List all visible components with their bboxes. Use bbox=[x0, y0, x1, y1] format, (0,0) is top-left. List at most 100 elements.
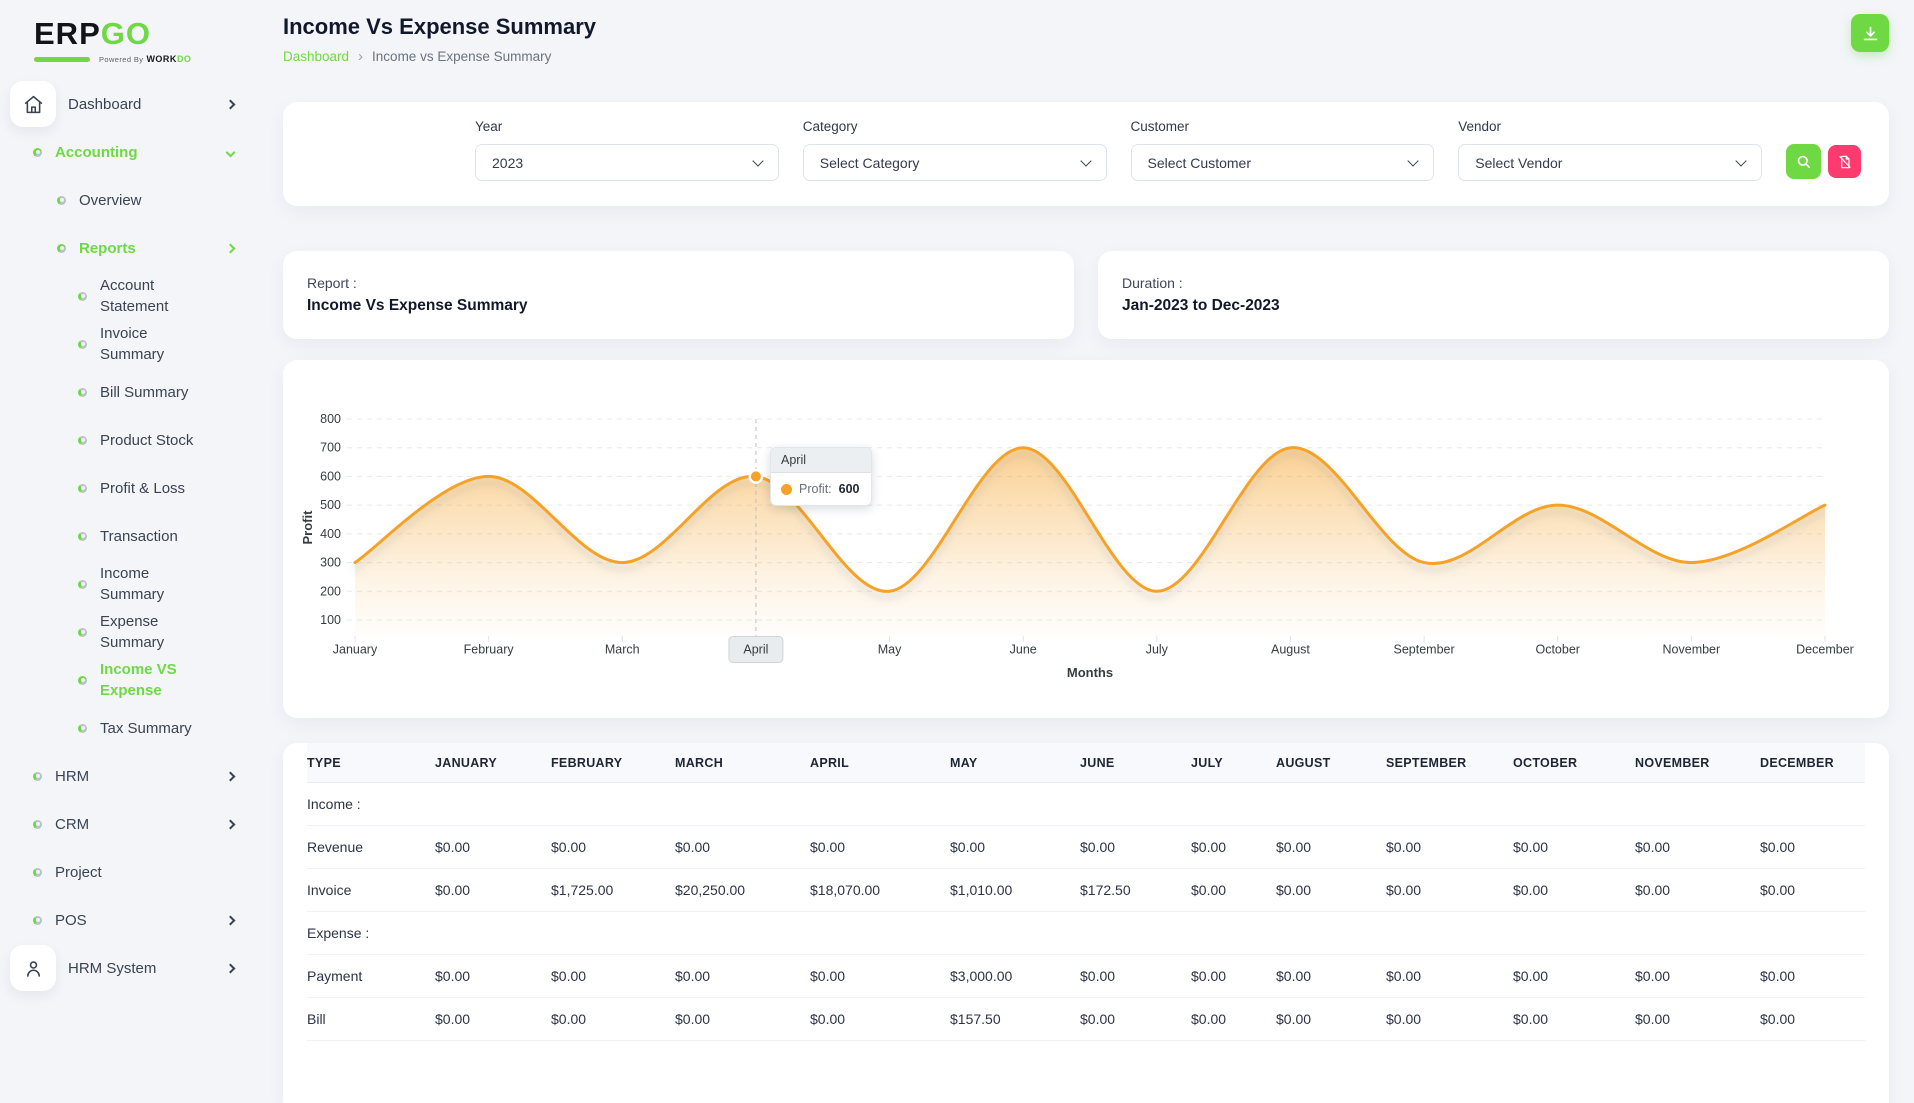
svg-text:June: June bbox=[1010, 643, 1037, 657]
sidebar-item-overview[interactable]: Overview bbox=[0, 176, 260, 224]
cell-value: $0.00 bbox=[802, 826, 942, 869]
sidebar-item-bill-summary[interactable]: Bill Summary bbox=[0, 368, 260, 416]
cell-value: $0.00 bbox=[1627, 826, 1752, 869]
sidebar-item-hrm[interactable]: HRM bbox=[0, 752, 260, 800]
chevron-down-icon bbox=[1080, 155, 1091, 166]
cell-value: $0.00 bbox=[1752, 955, 1865, 998]
svg-text:200: 200 bbox=[320, 584, 341, 598]
profit-area-chart[interactable]: 800700600500400300200100JanuaryFebruaryM… bbox=[283, 360, 1889, 718]
sidebar-item-label: Account Statement bbox=[100, 275, 208, 317]
customer-select[interactable]: Select Customer bbox=[1131, 144, 1435, 181]
bullet-icon bbox=[78, 676, 87, 685]
page-title: Income Vs Expense Summary bbox=[283, 14, 596, 40]
sidebar-item-hrm-system[interactable]: HRM System bbox=[0, 944, 260, 992]
sidebar-item-label: Overview bbox=[79, 190, 142, 211]
cell-value: $1,010.00 bbox=[942, 869, 1072, 912]
table-row-bill: Bill$0.00$0.00$0.00$0.00$157.50$0.00$0.0… bbox=[307, 998, 1865, 1041]
sidebar-item-label: Transaction bbox=[100, 526, 178, 547]
sidebar-item-crm[interactable]: CRM bbox=[0, 800, 260, 848]
cell-value: $0.00 bbox=[1752, 998, 1865, 1041]
bullet-icon bbox=[57, 196, 66, 205]
sidebar-item-invoice-summary[interactable]: Invoice Summary bbox=[0, 320, 260, 368]
year-select[interactable]: 2023 bbox=[475, 144, 779, 181]
duration-value: Jan-2023 to Dec-2023 bbox=[1122, 297, 1865, 315]
sidebar-item-transaction[interactable]: Transaction bbox=[0, 512, 260, 560]
category-select[interactable]: Select Category bbox=[803, 144, 1107, 181]
column-header-january: JANUARY bbox=[427, 743, 543, 783]
svg-text:March: March bbox=[605, 643, 640, 657]
filter-panel: Year 2023 Category Select Category Custo… bbox=[283, 102, 1889, 206]
bullet-icon bbox=[33, 148, 42, 157]
bullet-icon bbox=[78, 340, 87, 349]
report-label: Report : bbox=[307, 275, 1050, 291]
section-label: Income : bbox=[307, 783, 1865, 826]
bullet-icon bbox=[33, 868, 42, 877]
bullet-icon bbox=[78, 292, 87, 301]
cell-value: $0.00 bbox=[543, 826, 667, 869]
cell-value: $0.00 bbox=[1505, 998, 1627, 1041]
row-type: Bill bbox=[307, 998, 427, 1041]
sidebar-item-label: Dashboard bbox=[68, 94, 141, 115]
erpgo-logo[interactable]: ERPGO Powered By WORKDO bbox=[0, 12, 260, 64]
cell-value: $0.00 bbox=[427, 869, 543, 912]
cell-value: $0.00 bbox=[427, 826, 543, 869]
cell-value: $172.50 bbox=[1072, 869, 1183, 912]
cell-value: $0.00 bbox=[1505, 869, 1627, 912]
cell-value: $0.00 bbox=[1183, 826, 1268, 869]
section-label: Expense : bbox=[307, 912, 1865, 955]
bullet-icon bbox=[78, 388, 87, 397]
cell-value: $0.00 bbox=[1072, 955, 1183, 998]
powered-by-text: Powered By bbox=[99, 55, 143, 64]
sidebar-item-label: Profit & Loss bbox=[100, 478, 185, 499]
sidebar-item-expense-summary[interactable]: Expense Summary bbox=[0, 608, 260, 656]
cell-value: $0.00 bbox=[1378, 998, 1505, 1041]
table-row-invoice: Invoice$0.00$1,725.00$20,250.00$18,070.0… bbox=[307, 869, 1865, 912]
sidebar-item-tax-summary[interactable]: Tax Summary bbox=[0, 704, 260, 752]
bullet-icon bbox=[33, 820, 42, 829]
bullet-icon bbox=[78, 484, 87, 493]
sidebar-item-label: HRM System bbox=[68, 958, 156, 979]
sidebar-item-income-summary[interactable]: Income Summary bbox=[0, 560, 260, 608]
svg-text:August: August bbox=[1271, 643, 1310, 657]
category-label: Category bbox=[803, 119, 1107, 134]
chevron-right-icon bbox=[226, 819, 236, 829]
breadcrumb-separator-icon: › bbox=[358, 48, 363, 65]
sidebar-item-label: Tax Summary bbox=[100, 718, 192, 739]
breadcrumb-dashboard-link[interactable]: Dashboard bbox=[283, 49, 349, 64]
sidebar-item-label: Bill Summary bbox=[100, 382, 188, 403]
download-icon bbox=[1861, 24, 1880, 43]
vendor-select[interactable]: Select Vendor bbox=[1458, 144, 1762, 181]
svg-text:400: 400 bbox=[320, 527, 341, 541]
cell-value: $0.00 bbox=[1268, 955, 1378, 998]
download-button[interactable] bbox=[1851, 14, 1889, 52]
svg-text:600: 600 bbox=[320, 469, 341, 483]
svg-text:Months: Months bbox=[1067, 665, 1113, 680]
sidebar-nav: Dashboard Accounting Overview ReportsAccoun… bbox=[0, 80, 260, 992]
cell-value: $0.00 bbox=[1378, 826, 1505, 869]
sidebar-item-project[interactable]: Project bbox=[0, 848, 260, 896]
sidebar-item-dashboard[interactable]: Dashboard bbox=[0, 80, 260, 128]
sidebar-item-accounting[interactable]: Accounting bbox=[0, 128, 260, 176]
customer-label: Customer bbox=[1131, 119, 1435, 134]
sidebar-item-income-vs-expense[interactable]: Income VS Expense bbox=[0, 656, 260, 704]
sidebar-item-reports[interactable]: Reports bbox=[0, 224, 260, 272]
chevron-right-icon bbox=[226, 243, 236, 253]
sidebar-item-label: POS bbox=[55, 910, 87, 931]
profit-chart-card: 800700600500400300200100JanuaryFebruaryM… bbox=[283, 360, 1889, 718]
year-label: Year bbox=[475, 119, 779, 134]
sidebar-item-product-stock[interactable]: Product Stock bbox=[0, 416, 260, 464]
cell-value: $0.00 bbox=[1378, 955, 1505, 998]
sidebar: ERPGO Powered By WORKDO Dashboard Account… bbox=[0, 0, 260, 1080]
sidebar-item-account-statement[interactable]: Account Statement bbox=[0, 272, 260, 320]
cell-value: $0.00 bbox=[1627, 869, 1752, 912]
cell-value: $0.00 bbox=[942, 826, 1072, 869]
svg-text:April: April bbox=[743, 643, 768, 657]
cell-value: $0.00 bbox=[1378, 869, 1505, 912]
bullet-icon bbox=[33, 772, 42, 781]
apply-filter-button[interactable] bbox=[1786, 144, 1821, 179]
reset-filter-button[interactable] bbox=[1828, 145, 1861, 178]
sidebar-item-profit-loss[interactable]: Profit & Loss bbox=[0, 464, 260, 512]
sidebar-item-pos[interactable]: POS bbox=[0, 896, 260, 944]
cell-value: $0.00 bbox=[1627, 955, 1752, 998]
search-icon bbox=[1795, 153, 1812, 170]
